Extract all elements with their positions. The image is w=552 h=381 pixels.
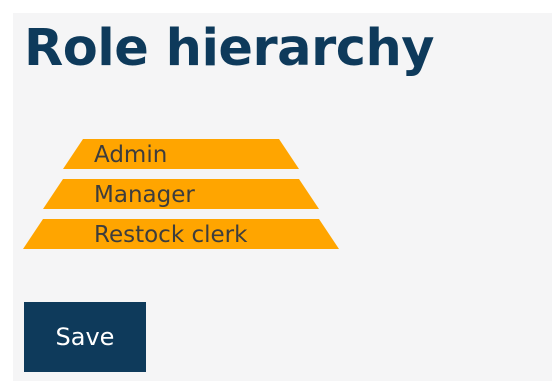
- role-hierarchy-pyramid: Admin Manager Restock clerk: [23, 139, 343, 251]
- role-tier-admin[interactable]: Admin: [63, 139, 299, 169]
- page-title: Role hierarchy: [24, 19, 435, 78]
- role-tier-restock-clerk[interactable]: Restock clerk: [23, 219, 339, 249]
- role-tier-manager[interactable]: Manager: [43, 179, 319, 209]
- role-label-restock-clerk: Restock clerk: [94, 222, 248, 248]
- save-button[interactable]: Save: [24, 302, 146, 372]
- role-label-manager: Manager: [94, 182, 195, 208]
- role-label-admin: Admin: [94, 142, 168, 168]
- role-hierarchy-panel: Role hierarchy Admin Manager Restock cle…: [13, 13, 552, 381]
